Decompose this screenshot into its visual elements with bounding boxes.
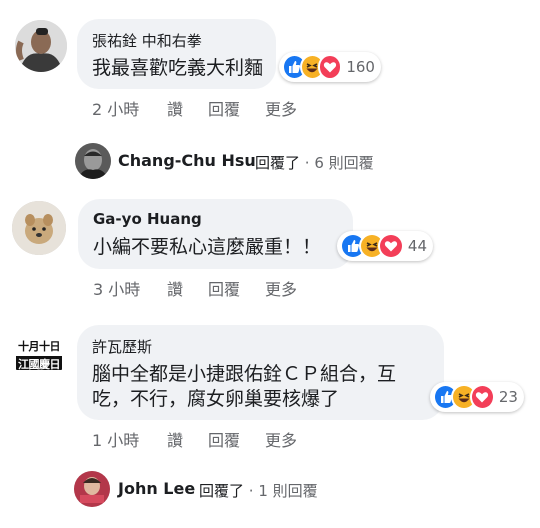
- reply-count[interactable]: 1 則回覆: [258, 482, 317, 500]
- text-avatar-image: [12, 328, 66, 382]
- reply-separator: ·: [300, 154, 315, 172]
- love-icon: [377, 233, 404, 259]
- avatar-text-bottom: 江國慶日: [18, 358, 61, 371]
- person-avatar-image: [74, 471, 110, 507]
- reply-verb: 回覆了: [255, 154, 301, 172]
- love-icon: [469, 384, 495, 410]
- reply-verb: 回覆了: [199, 482, 245, 500]
- comment-author[interactable]: 張祐銓 中和右拳: [92, 30, 202, 51]
- more-link[interactable]: 更多: [265, 96, 297, 120]
- comment-timestamp[interactable]: 1 小時: [92, 427, 139, 451]
- avatar-text-top: 十月十日: [18, 340, 61, 353]
- person-avatar-image: [75, 143, 111, 179]
- reply-separator: ·: [244, 482, 259, 500]
- avatar[interactable]: [12, 201, 66, 255]
- comment-timestamp[interactable]: 3 小時: [93, 276, 140, 300]
- reply-avatar[interactable]: [75, 143, 111, 179]
- avatar[interactable]: 十月十日 江國慶日: [12, 328, 66, 382]
- reply-author[interactable]: John Lee: [118, 479, 195, 498]
- reaction-summary[interactable]: 23: [430, 382, 524, 412]
- more-link[interactable]: 更多: [265, 276, 297, 300]
- love-icon: [317, 54, 343, 80]
- reply-link[interactable]: 回覆: [208, 276, 240, 300]
- comment-text-line2: 吃，不行，腐女卵巢要核爆了: [92, 388, 340, 410]
- dog-avatar-image: [12, 201, 66, 255]
- reply-link[interactable]: 回覆: [208, 96, 240, 120]
- avatar[interactable]: [15, 20, 67, 72]
- reply-count[interactable]: 6 則回覆: [314, 154, 373, 172]
- reply-avatar[interactable]: [74, 471, 110, 507]
- reply-author[interactable]: Chang-Chu Hsu: [118, 151, 256, 170]
- comment-timestamp[interactable]: 2 小時: [92, 96, 139, 120]
- comment-author[interactable]: Ga-yo Huang: [93, 210, 202, 228]
- reaction-count: 44: [407, 237, 427, 255]
- reply-meta: 回覆了 · 6 則回覆: [255, 152, 374, 173]
- like-link[interactable]: 讚: [167, 427, 183, 451]
- comment-author[interactable]: 許瓦歷斯: [92, 336, 152, 357]
- person-avatar-image: [15, 20, 67, 72]
- reply-meta: 回覆了 · 1 則回覆: [199, 480, 318, 501]
- comment-text: 小編不要私心這麼嚴重！！: [93, 236, 322, 258]
- like-link[interactable]: 讚: [167, 276, 183, 300]
- reaction-count: 23: [498, 388, 518, 406]
- more-link[interactable]: 更多: [265, 427, 297, 451]
- reaction-summary[interactable]: 44: [337, 231, 433, 261]
- like-link[interactable]: 讚: [167, 96, 183, 120]
- reply-link[interactable]: 回覆: [208, 427, 240, 451]
- reaction-count: 160: [346, 58, 375, 76]
- comment-text: 我最喜歡吃義大利麵: [92, 57, 264, 79]
- reaction-summary[interactable]: 160: [279, 52, 381, 82]
